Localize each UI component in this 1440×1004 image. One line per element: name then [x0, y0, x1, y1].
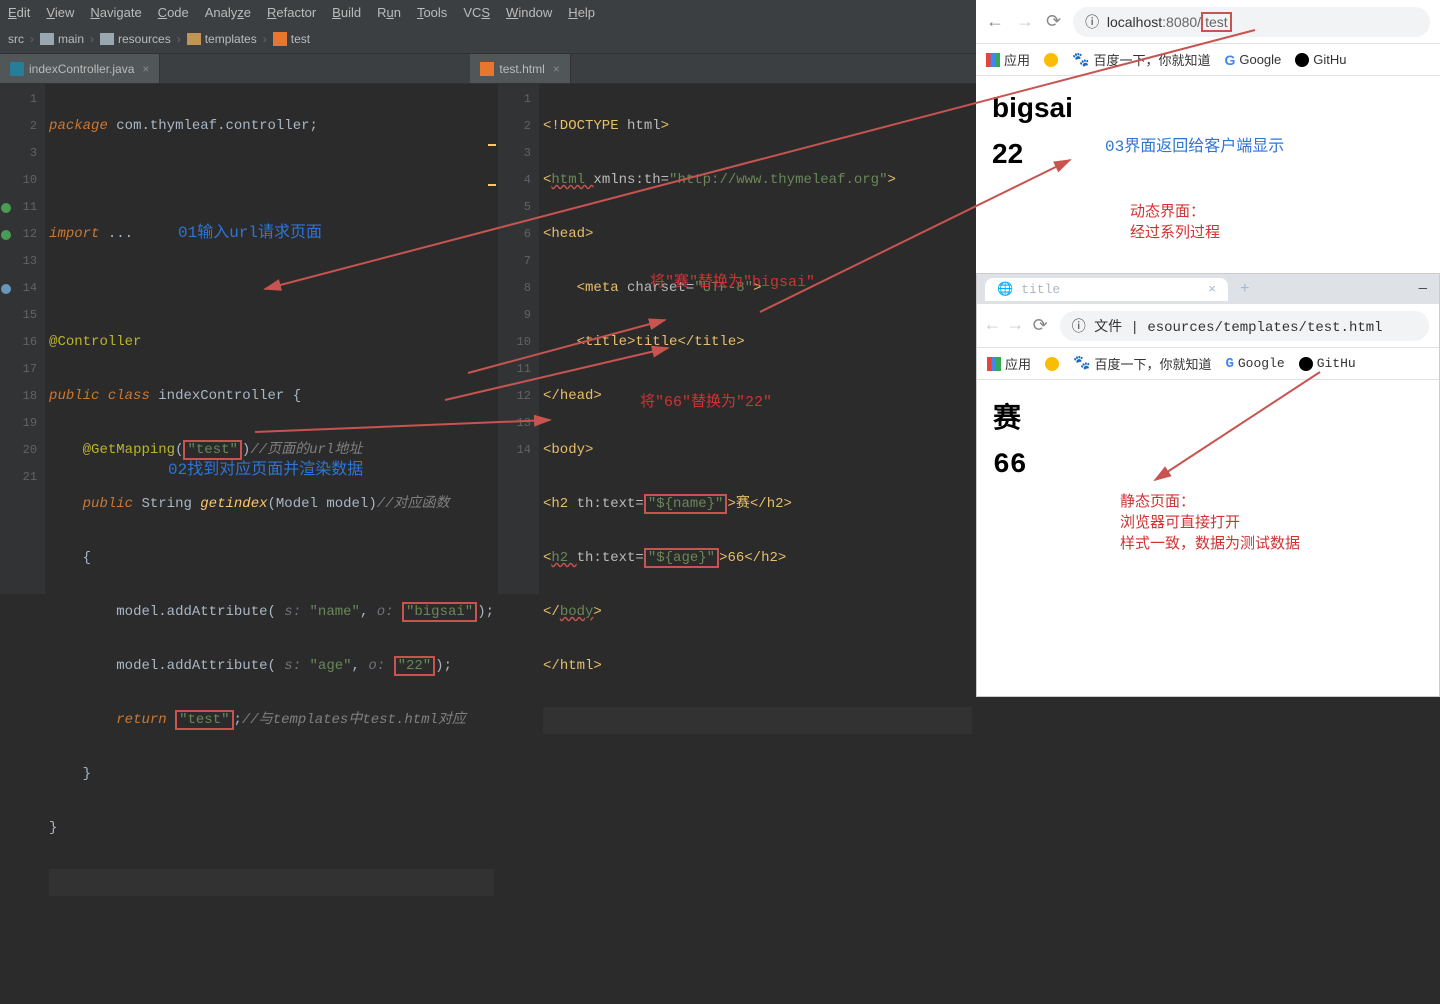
browser-toolbar: ← → ⟳ ⓘ localhost:8080/test	[976, 0, 1440, 44]
forward-button[interactable]: →	[1016, 11, 1034, 32]
annotation-dynamic: 动态界面：经过系列过程	[1130, 200, 1220, 242]
menu-build[interactable]: Build	[332, 5, 361, 20]
bookmark-github[interactable]: GitHu	[1295, 52, 1346, 67]
browser-toolbar: ← → ⟳ ⓘ 文件 | esources/templates/test.htm…	[977, 304, 1439, 348]
output-age-static: 66	[993, 450, 1423, 481]
output-name-static: 赛	[993, 396, 1423, 436]
menu-code[interactable]: Code	[158, 5, 189, 20]
bookmark-baidu[interactable]: 🐾百度一下，你就知道	[1073, 354, 1211, 373]
line-numbers-left: 123 101112 131415 161718 192021	[13, 84, 45, 594]
breadcrumb: src› main› resources› templates› test	[8, 32, 310, 46]
gutter-icons	[0, 84, 13, 594]
breadcrumb-main[interactable]: main	[58, 32, 84, 46]
menu-help[interactable]: Help	[568, 5, 595, 20]
menu-tools[interactable]: Tools	[417, 5, 447, 20]
close-icon[interactable]: ×	[142, 62, 149, 76]
reload-button[interactable]: ⟳	[1033, 315, 1048, 337]
breadcrumb-templates[interactable]: templates	[205, 32, 257, 46]
close-icon[interactable]: ×	[1208, 282, 1216, 297]
output-name: bigsai	[992, 92, 1424, 124]
bookmarks-bar: 应用 🐾百度一下，你就知道 GGoogle GitHu	[977, 348, 1439, 380]
browser-static: 🌐title × + — ← → ⟳ ⓘ 文件 | esources/templ…	[976, 273, 1440, 697]
browser-tabbar: 🌐title × + —	[977, 274, 1439, 304]
run-gutter-icon[interactable]	[1, 230, 11, 240]
tab-test-html[interactable]: test.html ×	[470, 54, 570, 83]
breadcrumb-src[interactable]: src	[8, 32, 24, 46]
menu-refactor[interactable]: Refactor	[267, 5, 316, 20]
attr-22: "22"	[394, 656, 436, 676]
menu-navigate[interactable]: Navigate	[90, 5, 141, 20]
java-file-icon	[10, 62, 24, 76]
bookmark-apps[interactable]: 应用	[986, 50, 1030, 69]
code-right[interactable]: <!DOCTYPE html> <html xmlns:th="http://w…	[539, 84, 976, 594]
browser-tab[interactable]: 🌐title ×	[985, 278, 1228, 301]
annotation-replace2: 将"66"替换为"22"	[640, 390, 772, 411]
attr-bigsai: "bigsai"	[402, 602, 477, 622]
address-bar[interactable]: ⓘ 文件 | esources/templates/test.html	[1060, 311, 1429, 341]
bookmark-apps[interactable]: 应用	[987, 354, 1031, 373]
breadcrumb-resources[interactable]: resources	[118, 32, 171, 46]
annotation-replace1: 将"赛"替换为"bigsai"	[650, 270, 815, 291]
annotation-02: 02找到对应页面并渲染数据	[168, 455, 363, 479]
minimize-icon[interactable]: —	[1419, 281, 1427, 297]
folder-icon	[187, 33, 201, 45]
folder-icon	[40, 33, 54, 45]
run-gutter-icon[interactable]	[1, 203, 11, 213]
menu-vcs[interactable]: VCS	[463, 5, 490, 20]
return-test: "test"	[175, 710, 233, 730]
watermark: 知乎 @bigsai	[1257, 646, 1420, 682]
close-icon[interactable]: ×	[553, 62, 560, 76]
th-age: "${age}"	[644, 548, 719, 568]
new-tab-button[interactable]: +	[1240, 280, 1250, 298]
bookmark-item[interactable]	[1045, 357, 1059, 371]
editor-left[interactable]: 123 101112 131415 161718 192021 package …	[0, 84, 498, 594]
bookmark-item[interactable]	[1044, 53, 1058, 67]
bookmark-baidu[interactable]: 🐾百度一下，你就知道	[1072, 50, 1210, 69]
address-bar[interactable]: ⓘ localhost:8080/test	[1073, 7, 1430, 37]
bookmark-google[interactable]: GGoogle	[1224, 52, 1281, 68]
line-numbers-right: 123 456 789 101112 1314	[499, 84, 539, 594]
back-button[interactable]: ←	[987, 316, 998, 336]
folder-icon	[100, 33, 114, 45]
back-button[interactable]: ←	[986, 11, 1004, 32]
annotation-01: 01输入url请求页面	[178, 218, 322, 242]
html-file-icon	[273, 32, 287, 46]
menu-view[interactable]: View	[46, 5, 74, 20]
menu-window[interactable]: Window	[506, 5, 552, 20]
annotation-03: 03界面返回给客户端显示	[1105, 132, 1284, 156]
menu-run[interactable]: Run	[377, 5, 401, 20]
menu-analyze[interactable]: Analyze	[205, 5, 251, 20]
menu-edit[interactable]: EEditdit	[8, 5, 30, 20]
html-file-icon	[480, 62, 494, 76]
reload-button[interactable]: ⟳	[1046, 11, 1061, 32]
forward-button[interactable]: →	[1010, 316, 1021, 336]
breadcrumb-test[interactable]: test	[291, 32, 310, 46]
override-icon[interactable]	[1, 284, 11, 294]
tab-indexcontroller[interactable]: indexController.java ×	[0, 54, 160, 83]
code-left[interactable]: package com.thymleaf.controller; import …	[45, 84, 498, 594]
annotation-static: 静态页面：浏览器可直接打开样式一致，数据为测试数据	[1120, 490, 1300, 553]
th-name: "${name}"	[644, 494, 728, 514]
editor-right[interactable]: 123 456 789 101112 1314 <!DOCTYPE html> …	[498, 84, 976, 594]
bookmarks-bar: 应用 🐾百度一下，你就知道 GGoogle GitHu	[976, 44, 1440, 76]
bookmark-github[interactable]: GitHu	[1299, 356, 1356, 371]
bookmark-google[interactable]: GGoogle	[1225, 356, 1284, 372]
